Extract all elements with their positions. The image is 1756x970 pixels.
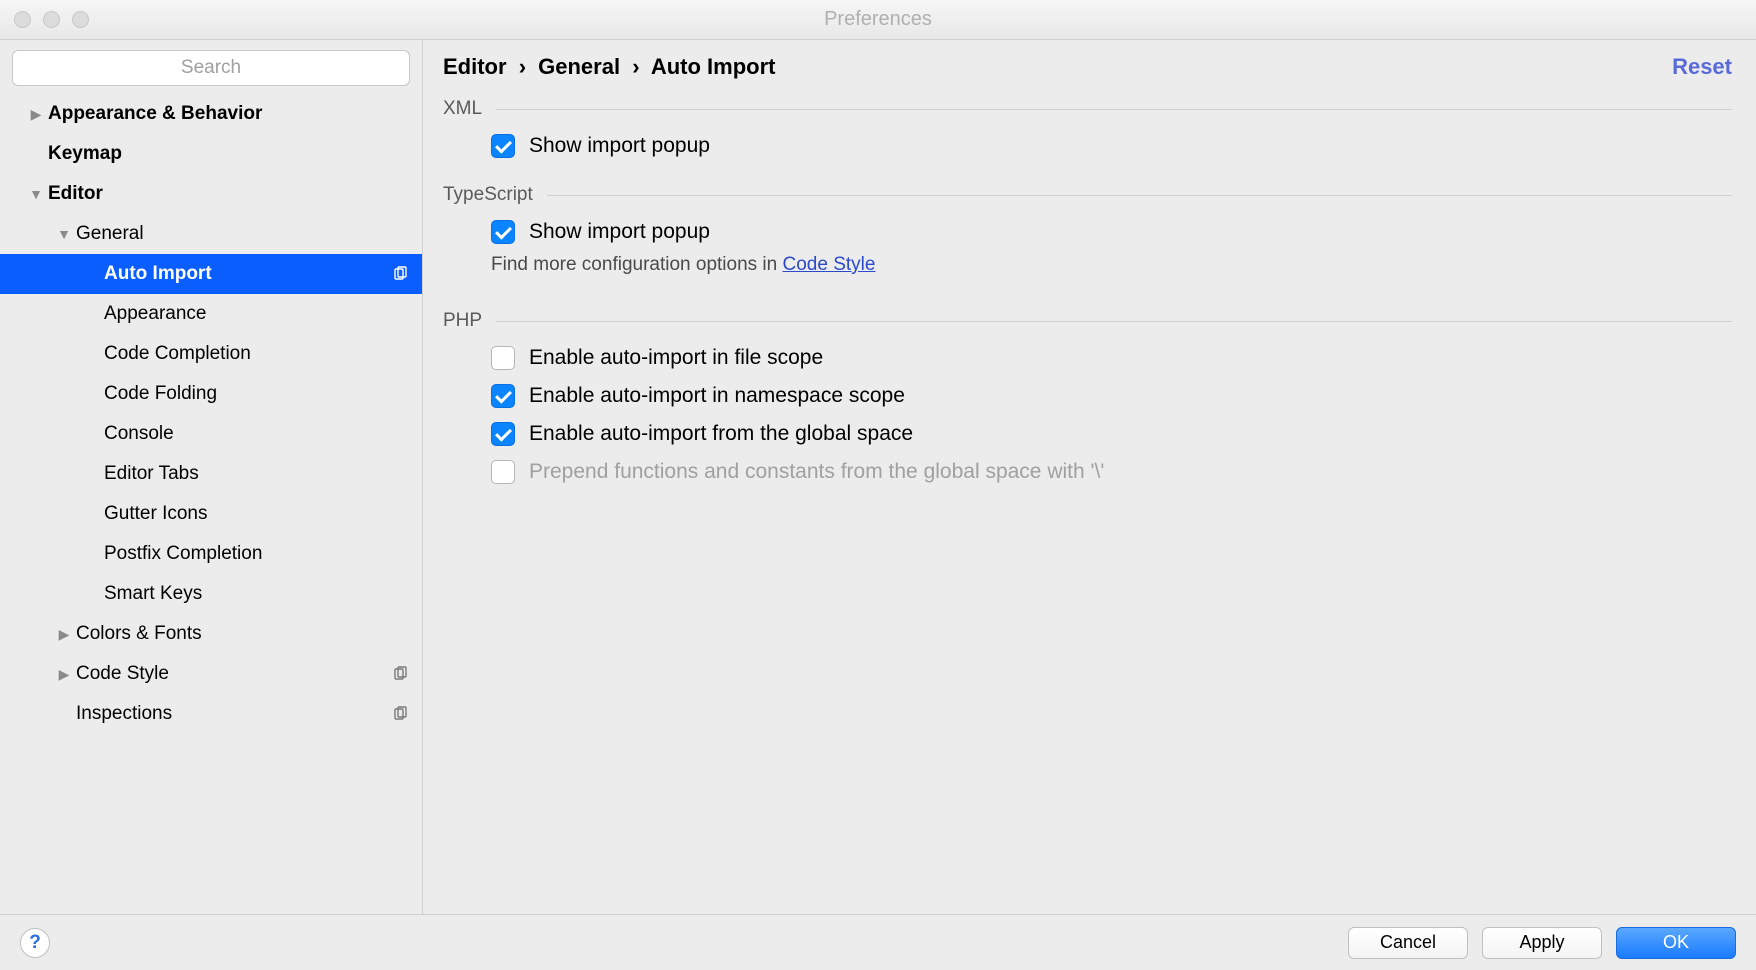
ok-button[interactable]: OK <box>1616 927 1736 959</box>
window-title: Preferences <box>0 8 1756 31</box>
tree-item-label: Postfix Completion <box>104 543 408 565</box>
tree-item-label: Gutter Icons <box>104 503 408 525</box>
option-label: Show import popup <box>529 220 710 244</box>
sidebar: ▶Appearance & BehaviorKeymap▼Editor▼Gene… <box>0 40 423 914</box>
tree-item-inspections[interactable]: Inspections <box>0 694 422 734</box>
option-php-namespace-scope[interactable]: Enable auto-import in namespace scope <box>443 384 1732 408</box>
tree-item-console[interactable]: Console <box>0 414 422 454</box>
tree-item-appearance-behavior[interactable]: ▶Appearance & Behavior <box>0 94 422 134</box>
option-php-prepend-backslash: Prepend functions and constants from the… <box>443 460 1732 484</box>
close-window-button[interactable] <box>14 11 31 28</box>
divider <box>496 321 1732 322</box>
tree-item-editor[interactable]: ▼Editor <box>0 174 422 214</box>
tree-item-keymap[interactable]: Keymap <box>0 134 422 174</box>
option-ts-show-import-popup[interactable]: Show import popup <box>443 220 1732 244</box>
tree-item-general[interactable]: ▼General <box>0 214 422 254</box>
tree-item-label: Keymap <box>48 143 408 165</box>
content-panel: Editor › General › Auto Import Reset XML… <box>423 40 1756 914</box>
breadcrumb-part: Editor <box>443 54 507 79</box>
breadcrumb-part: Auto Import <box>651 54 776 79</box>
tree-item-label: Editor Tabs <box>104 463 408 485</box>
scheme-copy-icon[interactable] <box>392 706 408 722</box>
typescript-subtext: Find more configuration options in Code … <box>443 254 1732 276</box>
tree-item-editor-tabs[interactable]: Editor Tabs <box>0 454 422 494</box>
checkbox[interactable] <box>491 422 515 446</box>
tree-item-label: Code Style <box>76 663 392 685</box>
tree-item-label: Smart Keys <box>104 583 408 605</box>
section-title: TypeScript <box>443 184 533 206</box>
section-xml: XML Show import popup <box>443 98 1732 158</box>
section-typescript: TypeScript Show import popup Find more c… <box>443 184 1732 276</box>
tree-item-label: General <box>76 223 408 245</box>
tree-item-code-completion[interactable]: Code Completion <box>0 334 422 374</box>
option-xml-show-import-popup[interactable]: Show import popup <box>443 134 1732 158</box>
tree-item-label: Code Completion <box>104 343 408 365</box>
option-label: Enable auto-import in namespace scope <box>529 384 905 408</box>
checkbox[interactable] <box>491 384 515 408</box>
search-input[interactable] <box>12 50 410 86</box>
scheme-copy-icon[interactable] <box>392 266 408 282</box>
zoom-window-button[interactable] <box>72 11 89 28</box>
tree-item-code-style[interactable]: ▶Code Style <box>0 654 422 694</box>
titlebar: Preferences <box>0 0 1756 40</box>
option-php-file-scope[interactable]: Enable auto-import in file scope <box>443 346 1732 370</box>
help-button[interactable]: ? <box>20 928 50 958</box>
tree-item-auto-import[interactable]: Auto Import <box>0 254 422 294</box>
code-style-link[interactable]: Code Style <box>783 254 876 275</box>
option-label: Enable auto-import in file scope <box>529 346 823 370</box>
tree-item-label: Colors & Fonts <box>76 623 408 645</box>
tree-item-label: Auto Import <box>104 263 392 285</box>
tree-item-label: Appearance <box>104 303 408 325</box>
apply-button[interactable]: Apply <box>1482 927 1602 959</box>
cancel-button[interactable]: Cancel <box>1348 927 1468 959</box>
chevron-right-icon[interactable]: ▶ <box>52 626 76 643</box>
chevron-down-icon[interactable]: ▼ <box>24 186 48 202</box>
divider <box>496 109 1732 110</box>
breadcrumb-part: General <box>538 54 620 79</box>
settings-tree: ▶Appearance & BehaviorKeymap▼Editor▼Gene… <box>0 94 422 914</box>
tree-item-colors-fonts[interactable]: ▶Colors & Fonts <box>0 614 422 654</box>
chevron-right-icon[interactable]: ▶ <box>24 106 48 123</box>
scheme-copy-icon[interactable] <box>392 666 408 682</box>
option-label: Enable auto-import from the global space <box>529 422 913 446</box>
checkbox[interactable] <box>491 346 515 370</box>
chevron-down-icon[interactable]: ▼ <box>52 226 76 242</box>
section-php: PHP Enable auto-import in file scope Ena… <box>443 310 1732 484</box>
tree-item-appearance[interactable]: Appearance <box>0 294 422 334</box>
chevron-right-icon: › <box>519 54 526 79</box>
tree-item-label: Code Folding <box>104 383 408 405</box>
divider <box>547 195 1732 196</box>
reset-button[interactable]: Reset <box>1672 54 1732 80</box>
option-php-global-space[interactable]: Enable auto-import from the global space <box>443 422 1732 446</box>
tree-item-gutter-icons[interactable]: Gutter Icons <box>0 494 422 534</box>
window-controls <box>14 11 89 28</box>
chevron-right-icon: › <box>632 54 639 79</box>
tree-item-label: Appearance & Behavior <box>48 103 408 125</box>
section-title: PHP <box>443 310 482 332</box>
chevron-right-icon[interactable]: ▶ <box>52 666 76 683</box>
section-title: XML <box>443 98 482 120</box>
tree-item-postfix-completion[interactable]: Postfix Completion <box>0 534 422 574</box>
dialog-footer: ? Cancel Apply OK <box>0 914 1756 970</box>
option-label: Show import popup <box>529 134 710 158</box>
tree-item-label: Editor <box>48 183 408 205</box>
tree-item-label: Inspections <box>76 703 392 725</box>
tree-item-code-folding[interactable]: Code Folding <box>0 374 422 414</box>
option-label: Prepend functions and constants from the… <box>529 460 1104 484</box>
tree-item-smart-keys[interactable]: Smart Keys <box>0 574 422 614</box>
checkbox[interactable] <box>491 134 515 158</box>
tree-item-label: Console <box>104 423 408 445</box>
breadcrumb: Editor › General › Auto Import <box>443 54 775 80</box>
checkbox[interactable] <box>491 220 515 244</box>
checkbox <box>491 460 515 484</box>
minimize-window-button[interactable] <box>43 11 60 28</box>
